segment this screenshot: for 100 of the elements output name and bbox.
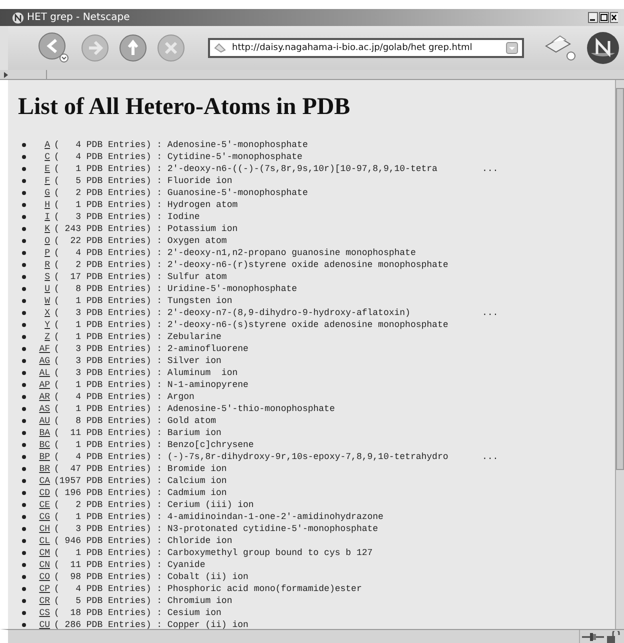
het-code-link[interactable]: AR bbox=[34, 392, 50, 402]
het-code-link[interactable]: C bbox=[34, 152, 50, 162]
expand-icon bbox=[4, 72, 8, 78]
het-code-link[interactable]: BP bbox=[34, 452, 50, 462]
plug-icon bbox=[582, 632, 604, 642]
bullet-icon bbox=[22, 227, 26, 231]
entry-text: ( 196 PDB Entries) : Cadmium ion bbox=[54, 488, 228, 498]
entry-text: ( 286 PDB Entries) : Copper (ii) ion bbox=[54, 620, 250, 629]
page-heading: List of All Hetero-Atoms in PDB bbox=[18, 94, 352, 121]
lock-icon bbox=[606, 630, 620, 642]
bullet-icon bbox=[22, 491, 26, 495]
het-code-link[interactable]: Y bbox=[34, 320, 50, 330]
dropdown-icon[interactable] bbox=[506, 42, 518, 54]
entry-text: ( 4 PDB Entries) : Argon bbox=[54, 392, 196, 402]
het-code-link[interactable]: BC bbox=[34, 440, 50, 450]
het-code-link[interactable]: AS bbox=[34, 404, 50, 414]
entry-text: ( 3 PDB Entries) : 2'-deoxy-n7-(8,9-dihydro-9-hydroxy-aflatoxin) bbox=[54, 308, 412, 318]
bullet-icon bbox=[22, 203, 26, 207]
bullet-icon bbox=[22, 599, 26, 603]
het-code-link[interactable]: AF bbox=[34, 344, 50, 354]
het-code-link[interactable]: CH bbox=[34, 524, 50, 534]
het-code-link[interactable]: W bbox=[34, 296, 50, 306]
entry-text: ( 1 PDB Entries) : Carboxymethyl group bound to cys b 127 bbox=[54, 548, 374, 558]
bullet-icon bbox=[22, 191, 26, 195]
het-code-link[interactable]: R bbox=[34, 260, 50, 270]
het-code-link[interactable]: CS bbox=[34, 608, 50, 618]
het-code-link[interactable]: A bbox=[34, 140, 50, 150]
het-code-link[interactable]: CU bbox=[34, 620, 50, 629]
het-code-link[interactable]: O bbox=[34, 236, 50, 246]
entry-text: ( 1 PDB Entries) : Hydrogen atom bbox=[54, 200, 239, 210]
bullet-icon bbox=[22, 455, 26, 459]
bullet-icon bbox=[22, 623, 26, 627]
bullet-icon bbox=[22, 335, 26, 339]
het-code-link[interactable]: CR bbox=[34, 596, 50, 606]
bullet-icon bbox=[22, 287, 26, 291]
het-code-link[interactable]: CG bbox=[34, 512, 50, 522]
het-code-link[interactable]: CO bbox=[34, 572, 50, 582]
het-code-link[interactable]: K bbox=[34, 224, 50, 234]
entry-text: ( 1 PDB Entries) : 2'-deoxy-n6-(s)styrene oxide adenosine monophosphate bbox=[54, 320, 450, 330]
address-field[interactable]: http://daisy.nagahama-i-bio.ac.jp/golab/het grep.html bbox=[208, 38, 524, 58]
het-code-link[interactable]: AG bbox=[34, 356, 50, 366]
entry-text: ( 18 PDB Entries) : Cesium ion bbox=[54, 608, 222, 618]
minimize-icon[interactable] bbox=[588, 12, 598, 23]
het-code-link[interactable]: E bbox=[34, 164, 50, 174]
maximize-icon[interactable] bbox=[599, 12, 609, 23]
bullet-icon bbox=[22, 431, 26, 435]
bullet-icon bbox=[22, 563, 26, 567]
entry-text: ( 4 PDB Entries) : (-)-7s,8r-dihydroxy-9r,10s-epoxy-7,8,9,10-tetrahydro bbox=[54, 452, 450, 462]
more-text: ... bbox=[482, 164, 498, 174]
close-icon[interactable] bbox=[610, 12, 618, 23]
het-code-link[interactable]: AU bbox=[34, 416, 50, 426]
entry-text: ( 11 PDB Entries) : Cyanide bbox=[54, 560, 206, 570]
het-code-link[interactable]: CL bbox=[34, 536, 50, 546]
het-code-link[interactable]: AP bbox=[34, 380, 50, 390]
het-code-link[interactable]: BR bbox=[34, 464, 50, 474]
entry-text: ( 2 PDB Entries) : Guanosine-5'-monophosphate bbox=[54, 188, 309, 198]
entry-text: ( 1 PDB Entries) : 2'-deoxy-n6-((-)-(7s,8r,9s,10r)[10-97,8,9,10-tetra bbox=[54, 164, 438, 174]
het-code-link[interactable]: G bbox=[34, 188, 50, 198]
het-code-link[interactable]: CE bbox=[34, 500, 50, 510]
window-title: HET grep - Netscape bbox=[27, 12, 130, 23]
stop-icon[interactable] bbox=[156, 33, 186, 63]
het-code-link[interactable]: BA bbox=[34, 428, 50, 438]
bullet-icon bbox=[22, 575, 26, 579]
entry-text: ( 946 PDB Entries) : Chloride ion bbox=[54, 536, 234, 546]
entry-text: ( 2 PDB Entries) : 2'-deoxy-n6-(r)styrene oxide adenosine monophosphate bbox=[54, 260, 450, 270]
entry-text: ( 3 PDB Entries) : Silver ion bbox=[54, 356, 222, 366]
entry-text: ( 1 PDB Entries) : 4-amidinoindan-1-one-2'-amidinohydrazone bbox=[54, 512, 384, 522]
bullet-icon bbox=[22, 611, 26, 615]
bullet-icon bbox=[22, 359, 26, 363]
forward-icon[interactable] bbox=[80, 33, 110, 63]
het-code-link[interactable]: I bbox=[34, 212, 50, 222]
het-code-link[interactable]: AL bbox=[34, 368, 50, 378]
bullet-icon bbox=[22, 167, 26, 171]
bullet-icon bbox=[22, 155, 26, 159]
entry-text: ( 4 PDB Entries) : Adenosine-5'-monophosphate bbox=[54, 140, 309, 150]
het-code-link[interactable]: F bbox=[34, 176, 50, 186]
bullet-icon bbox=[22, 239, 26, 243]
het-code-link[interactable]: H bbox=[34, 200, 50, 210]
reload-icon[interactable] bbox=[118, 33, 148, 63]
het-code-link[interactable]: S bbox=[34, 272, 50, 282]
het-code-link[interactable]: X bbox=[34, 308, 50, 318]
het-code-link[interactable]: U bbox=[34, 284, 50, 294]
entry-text: ( 8 PDB Entries) : Uridine-5'-monophosphate bbox=[54, 284, 298, 294]
entry-text: ( 8 PDB Entries) : Gold atom bbox=[54, 416, 218, 426]
entry-text: ( 243 PDB Entries) : Potassium ion bbox=[54, 224, 239, 234]
entry-text: (1957 PDB Entries) : Calcium ion bbox=[54, 476, 228, 486]
het-code-link[interactable]: CN bbox=[34, 560, 50, 570]
logo-icon[interactable] bbox=[586, 31, 620, 65]
entry-text: ( 3 PDB Entries) : 2-aminofluorene bbox=[54, 344, 250, 354]
entry-text: ( 5 PDB Entries) : Fluoride ion bbox=[54, 176, 234, 186]
het-code-link[interactable]: P bbox=[34, 248, 50, 258]
bullet-icon bbox=[22, 407, 26, 411]
entry-text: ( 1 PDB Entries) : Tungsten ion bbox=[54, 296, 234, 306]
het-code-link[interactable]: CM bbox=[34, 548, 50, 558]
bullet-icon bbox=[22, 347, 26, 351]
het-code-link[interactable]: CP bbox=[34, 584, 50, 594]
het-code-link[interactable]: Z bbox=[34, 332, 50, 342]
app-icon bbox=[12, 12, 24, 24]
het-code-link[interactable]: CA bbox=[34, 476, 50, 486]
het-code-link[interactable]: CD bbox=[34, 488, 50, 498]
